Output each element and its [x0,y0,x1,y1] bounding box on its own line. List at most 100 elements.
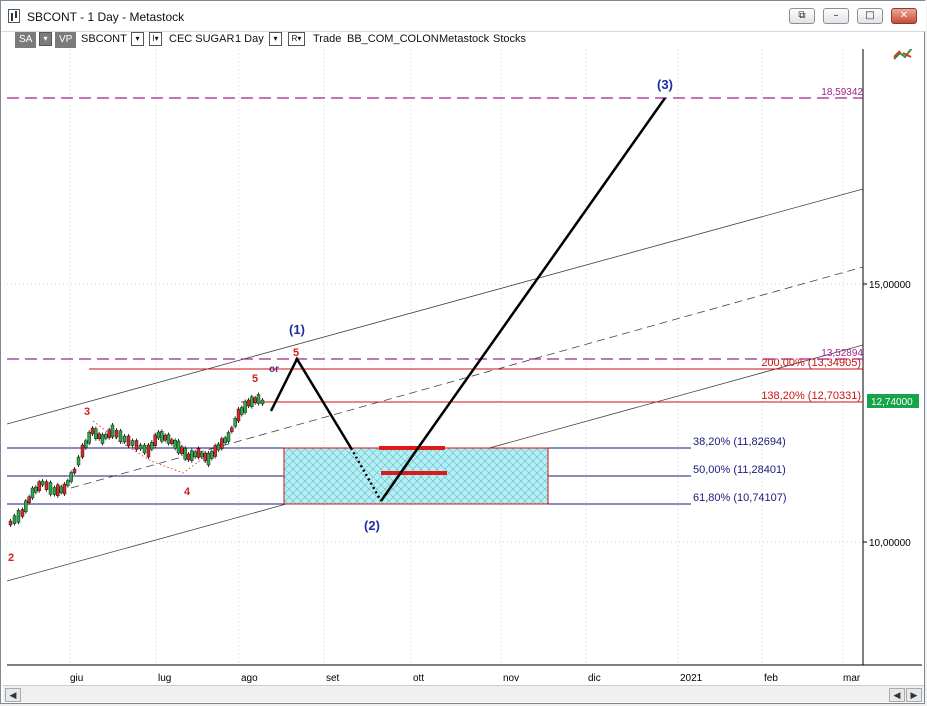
candle [12,515,17,524]
restore-alt-button[interactable]: ⧉ [789,8,815,24]
window-title: SBCONT - 1 Day - Metastock [27,10,185,24]
candle [183,447,187,460]
candle [118,430,123,443]
plot-area[interactable] [7,49,863,665]
candle [34,486,38,493]
fib-138-label: 138,20% (12,70331) [761,390,861,402]
y-tick-label-10: 10,00000 [869,538,911,549]
sa-dropdown-icon[interactable]: ▾ [39,32,52,46]
candle [30,487,35,499]
candle [72,468,77,474]
candle [52,487,57,495]
last-price-label: 12,74000 [871,397,913,408]
price-chart[interactable]: (1) (2) (3) 5 or 5 3 4 2 18,59342 13,528… [5,49,922,689]
indicator-dropdown-icon[interactable]: I▾ [149,32,162,46]
candle [246,399,251,407]
scroll-left-end-arrow[interactable]: ◀ [889,688,905,702]
maximize-button[interactable]: □ [857,8,883,24]
wave2-target-zone[interactable] [283,447,549,505]
minimize-button[interactable]: – [823,8,849,24]
candle [130,440,135,446]
candle [233,418,237,427]
x-tick-ott: ott [413,673,424,684]
candle [69,472,73,482]
subwave-4-label: 4 [184,486,191,498]
retracement-38-label: 38,20% (11,82694) [693,436,786,448]
candle [84,440,88,449]
close-button[interactable]: ✕ [891,8,917,24]
candle [122,435,127,443]
candle [146,444,151,458]
candle [90,427,95,435]
candle [134,440,139,450]
y-tick-label-15: 15,00000 [869,280,911,291]
x-tick-2021: 2021 [680,673,703,684]
symbol-dropdown-icon[interactable]: ▾ [131,32,144,46]
candle [173,440,177,449]
period-dropdown-icon[interactable]: ▾ [269,32,282,46]
candle [59,486,63,493]
candle [206,452,211,466]
r-dropdown-icon[interactable]: R▾ [288,32,305,46]
candle [200,452,204,458]
wave-3-label: (3) [657,77,673,92]
candle [196,448,201,458]
retracement-61-label: 61,80% (10,74107) [693,492,787,504]
x-tick-mar: mar [843,673,861,684]
candle [190,450,194,461]
period-label: 1 Day [235,33,264,45]
target-level-label: 18,59342 [821,87,863,98]
candle [243,401,247,413]
candle [236,408,241,422]
candle [156,431,161,439]
x-tick-nov: nov [503,673,519,684]
candle [44,481,49,490]
candle [97,433,101,440]
candle [153,434,157,447]
wave-2-label: (2) [364,518,380,533]
candle [223,437,227,444]
candle [226,432,231,442]
trade-tool-icon[interactable] [893,49,913,60]
wave-1-label: (1) [289,322,305,337]
candle [220,438,224,449]
candle [253,397,257,404]
candle [114,429,119,438]
security-name: CEC SUGAR [169,33,235,45]
subwave-2-label: 2 [8,552,14,564]
symbol-label: SBCONT [81,33,127,45]
scroll-right-arrow[interactable]: ▶ [906,688,922,702]
source-label: BB_COM_COLON [347,33,439,45]
candle [186,453,191,461]
sa-button[interactable]: SA [15,32,37,48]
candle [170,439,174,444]
candle [20,509,25,517]
candle [230,427,234,432]
x-tick-ago: ago [241,673,258,684]
candle [166,434,171,444]
subwave-5-alt-label: 5 [293,347,299,359]
candle [176,440,181,454]
x-tick-lug: lug [158,673,171,684]
or-label: or [269,364,279,375]
title-bar[interactable]: SBCONT - 1 Day - Metastock ⧉ – □ ✕ [1,1,926,32]
horizontal-scrollbar[interactable]: ◀ ◀ ▶ [3,685,924,702]
scroll-left-arrow[interactable]: ◀ [5,688,21,702]
candle [94,428,98,439]
candle [27,496,31,503]
candle [48,482,53,495]
candle [87,431,91,444]
app-label: Metastock [439,33,490,45]
candle [104,434,108,439]
candle [250,396,254,407]
category-label: Stocks [493,33,527,45]
candle [56,484,60,497]
retracement-50-label: 50,00% (11,28401) [693,464,786,476]
x-tick-set: set [326,673,340,684]
candle [16,510,21,523]
candle [213,445,217,457]
candle [180,446,184,455]
candle [126,435,131,447]
vp-button[interactable]: VP [55,32,77,48]
candle [160,431,164,442]
